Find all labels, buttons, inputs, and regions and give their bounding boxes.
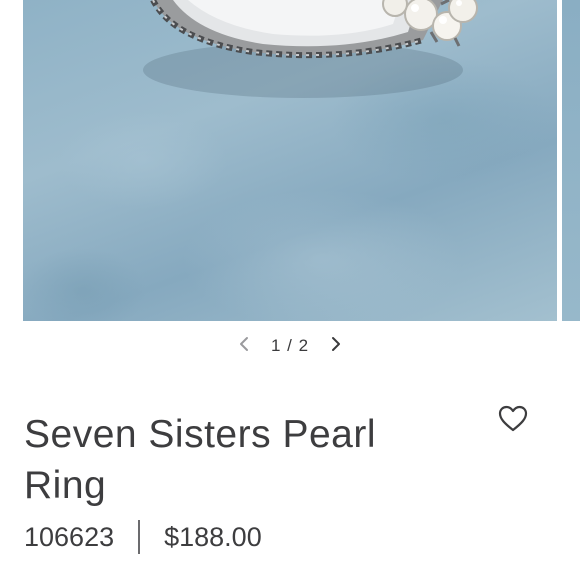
ring-photo	[143, 0, 478, 98]
add-to-wishlist-button[interactable]	[495, 403, 531, 439]
product-title: Seven Sisters Pearl Ring	[24, 413, 376, 507]
image-pager: 1 / 2	[0, 333, 580, 359]
heart-outline-icon	[498, 405, 528, 437]
product-image[interactable]	[23, 0, 557, 321]
meta-divider	[138, 520, 141, 554]
product-price: $188.00	[164, 521, 262, 552]
product-meta: 106623 $188.00	[24, 517, 262, 557]
next-image-preview[interactable]	[562, 0, 580, 321]
next-image-button[interactable]	[323, 333, 349, 359]
chevron-left-icon	[238, 336, 250, 357]
product-image-gallery[interactable]	[0, 0, 580, 321]
chevron-right-icon	[330, 336, 342, 357]
product-sku: 106623	[24, 521, 115, 552]
image-counter: 1 / 2	[270, 336, 310, 355]
prev-image-button[interactable]	[231, 333, 257, 359]
